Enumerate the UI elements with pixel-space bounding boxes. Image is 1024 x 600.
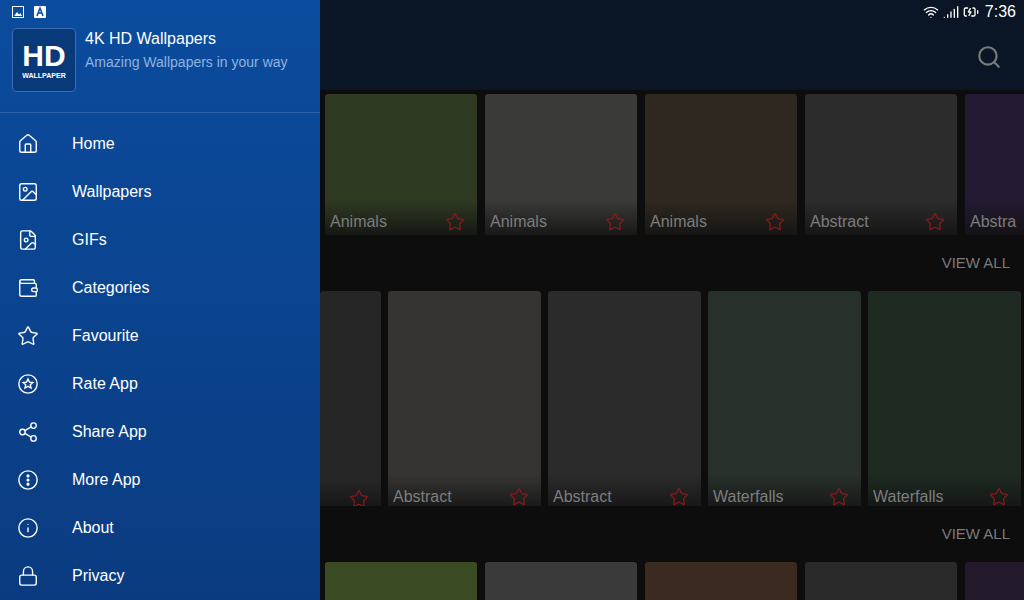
card-label: Abstract <box>810 210 869 234</box>
wallpaper-card[interactable]: Abstract <box>805 94 957 235</box>
drawer-item[interactable]: GIFs <box>0 216 320 264</box>
wallpaper-card[interactable]: Abstract <box>388 291 541 506</box>
card-label: Waterfalls <box>713 485 784 506</box>
status-bar-left <box>0 0 320 24</box>
clock: 7:36 <box>983 0 1016 24</box>
wallpaper-card[interactable]: Animals <box>485 94 637 235</box>
drawer-item[interactable]: More App <box>0 456 320 504</box>
navigation-drawer: HDWALLPAPER 4K HD WallpapersAmazing Wallp… <box>0 0 320 600</box>
share-icon <box>17 421 39 443</box>
drawer-header: HDWALLPAPER 4K HD WallpapersAmazing Wallp… <box>0 24 320 113</box>
screen: HDWALLPAPER 4K HD WallpapersAmazing Wallp… <box>0 0 1024 600</box>
favourite-star-icon[interactable] <box>605 212 625 232</box>
info-icon <box>17 517 39 539</box>
app-bar: 7:36 <box>320 0 1024 90</box>
wallpaper-card[interactable]: Abstra <box>965 94 1024 235</box>
wallpaper-card[interactable]: Animals <box>325 94 477 235</box>
drawer-item[interactable]: Share App <box>0 408 320 456</box>
card-label: Abstract <box>393 485 452 506</box>
favourite-star-icon[interactable] <box>509 487 529 506</box>
star-icon <box>17 325 39 347</box>
status-bar-right: 7:36 <box>320 0 1024 24</box>
drawer-menu: HomeWallpapersGIFsCategoriesFavouriteRat… <box>0 113 320 600</box>
view-all-row: VIEW ALL <box>320 506 1024 562</box>
drawer-item[interactable]: Privacy <box>0 552 320 600</box>
view-all-link[interactable]: VIEW ALL <box>942 252 1010 275</box>
view-all-link[interactable]: VIEW ALL <box>942 523 1010 546</box>
home-icon <box>17 133 39 155</box>
more-icon <box>17 469 39 491</box>
notification-app-icon <box>34 6 46 18</box>
battery-icon <box>963 4 979 20</box>
app-title: 4K HD Wallpapers <box>85 28 295 49</box>
lock-icon <box>17 565 39 587</box>
wallpaper-card[interactable] <box>325 562 477 600</box>
categories-icon <box>17 277 39 299</box>
signal-icon <box>943 4 959 20</box>
drawer-item[interactable]: Categories <box>0 264 320 312</box>
card-label: Abstract <box>553 485 612 506</box>
wallpaper-card[interactable] <box>805 562 957 600</box>
section-row: Abstract Abstract Waterfalls Waterfalls <box>320 291 1024 506</box>
drawer-item[interactable]: Favourite <box>0 312 320 360</box>
wifi-icon <box>923 4 939 20</box>
wallpaper-card[interactable]: Animals <box>645 94 797 235</box>
favourite-star-icon[interactable] <box>925 212 945 232</box>
gif-icon <box>17 229 39 251</box>
favourite-star-icon[interactable] <box>669 487 689 506</box>
rate-icon <box>17 373 39 395</box>
card-label: Animals <box>650 210 707 234</box>
wallpaper-card[interactable]: Waterfalls <box>868 291 1021 506</box>
drawer-item[interactable]: About <box>0 504 320 552</box>
wallpaper-card[interactable] <box>485 562 637 600</box>
favourite-star-icon[interactable] <box>349 489 369 506</box>
drawer-item[interactable]: Rate App <box>0 360 320 408</box>
wallpaper-card[interactable] <box>320 291 381 506</box>
drawer-item[interactable]: Wallpapers <box>0 168 320 216</box>
favourite-star-icon[interactable] <box>765 212 785 232</box>
card-label: Abstra <box>970 210 1016 234</box>
view-all-row: VIEW ALL <box>320 235 1024 291</box>
section-row: Animals Animals Animals Abstract Abstra <box>320 90 1024 235</box>
content-dimmed: 7:36 Animals Animals Animals Abstract Abstra V… <box>320 0 1024 600</box>
card-label: Waterfalls <box>873 485 944 506</box>
wallpaper-card[interactable]: Abstract <box>548 291 701 506</box>
card-label: Animals <box>490 210 547 234</box>
wallpaper-card[interactable] <box>965 562 1024 600</box>
app-subtitle: Amazing Wallpapers in your way <box>85 49 295 74</box>
favourite-star-icon[interactable] <box>829 487 849 506</box>
section-row <box>320 562 1024 600</box>
wallpaper-card[interactable]: Waterfalls <box>708 291 861 506</box>
favourite-star-icon[interactable] <box>989 487 1009 506</box>
wallpaper-icon <box>17 181 39 203</box>
drawer-item[interactable]: Home <box>0 120 320 168</box>
notification-image-icon <box>12 6 24 18</box>
favourite-star-icon[interactable] <box>445 212 465 232</box>
card-label: Animals <box>330 210 387 234</box>
wallpaper-card[interactable] <box>645 562 797 600</box>
app-logo: HDWALLPAPER <box>12 28 76 92</box>
search-icon[interactable] <box>976 44 1002 70</box>
